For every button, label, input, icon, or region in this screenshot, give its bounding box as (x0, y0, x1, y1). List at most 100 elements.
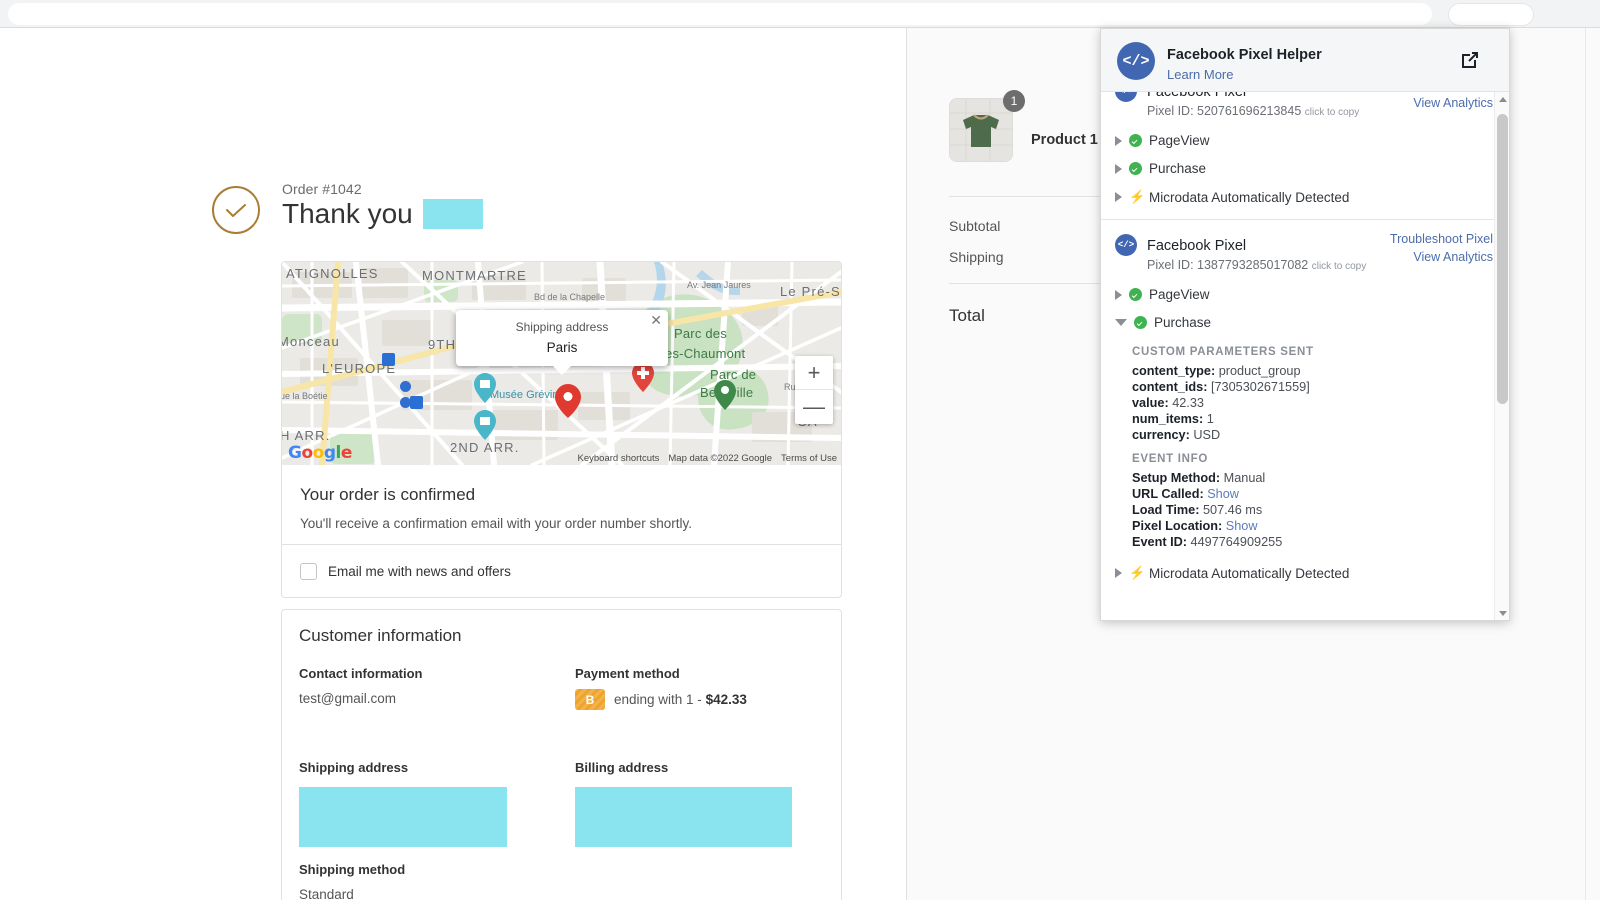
shipping-address-label: Shipping address (299, 760, 409, 775)
pixel-event-row[interactable]: ⚡ Microdata Automatically Detected (1115, 558, 1509, 587)
page-scrollbar[interactable] (1585, 28, 1600, 900)
scrollbar-down-arrow[interactable] (1495, 606, 1509, 620)
redacted-billing-address (575, 787, 792, 847)
pixel-event-row[interactable]: PageView (1115, 126, 1509, 154)
chevron-right-icon[interactable] (1115, 568, 1122, 578)
close-icon[interactable]: ✕ (650, 313, 662, 327)
map-poi-pin-photo[interactable] (474, 410, 496, 440)
map-zoom-out-button[interactable]: — (795, 390, 833, 424)
show-link[interactable]: Show (1222, 519, 1258, 533)
code-brackets-icon: </> (1117, 42, 1155, 80)
scrollbar-thumb[interactable] (1497, 114, 1508, 404)
event-info-row: URL Called: Show (1132, 487, 1239, 501)
contact-information-block: Contact information test@gmail.com (299, 666, 559, 706)
chevron-right-icon[interactable] (1115, 163, 1122, 174)
map-info-window: ✕ Shipping address Paris (456, 310, 668, 375)
browser-chrome: </> 6 (0, 0, 1600, 28)
pixel-id-text: Pixel ID: 1387793285017082 (1147, 258, 1309, 272)
fbph-pixel-list: </>Facebook PixelPixel ID: 5207616962138… (1101, 92, 1509, 595)
payment-method-value: ending with 1 - $42.33 (614, 692, 747, 707)
pixel-event-name: Microdata Automatically Detected (1149, 189, 1350, 205)
pixel-event-name: Microdata Automatically Detected (1149, 565, 1350, 581)
event-info-row: Load Time: 507.46 ms (1132, 503, 1263, 517)
extensions-pill: </> 6 (1448, 3, 1534, 26)
pixel-event-name: PageView (1149, 287, 1210, 302)
facebook-pixel-helper-popup: </> Facebook Pixel Helper Learn More </>… (1100, 28, 1510, 621)
pixel-event-row[interactable]: Purchase (1115, 308, 1509, 336)
shipping-method-label: Shipping method (299, 862, 406, 877)
chevron-down-icon[interactable] (1115, 319, 1127, 326)
map-zoom-controls: + — (795, 356, 833, 424)
pixel-links: Troubleshoot PixelView Analytics (1390, 230, 1493, 266)
shipping-method-value: Standard (299, 887, 354, 900)
pixel-events: PageView Purchase CUSTOM PARAMETERS SENT co… (1101, 280, 1509, 587)
address-bar[interactable] (8, 3, 1432, 25)
order-confirmed-body: Your order is confirmed You'll receive a… (282, 465, 841, 543)
view-analytics-link[interactable]: View Analytics (1390, 94, 1493, 112)
product-quantity-badge: 1 (1003, 90, 1025, 112)
map-credits: Keyboard shortcuts Map data ©2022 Google… (578, 453, 837, 464)
order-confirmed-check-icon (212, 186, 260, 234)
chevron-right-icon[interactable] (1115, 192, 1122, 202)
shipping-map[interactable]: ATIGNOLLES MONTMARTRE Bd de la Chapelle Av.… (282, 262, 841, 465)
subtotal-label: Subtotal (949, 218, 1001, 234)
order-number: Order #1042 (282, 181, 362, 197)
thank-you-row: Thank you (282, 198, 483, 230)
pixel-links: Troubleshoot PixelView Analytics (1390, 92, 1493, 112)
pixel-event-row[interactable]: PageView (1115, 280, 1509, 308)
fbph-scroll-area[interactable]: </>Facebook PixelPixel ID: 5207616962138… (1101, 92, 1509, 620)
total-label: Total (949, 306, 985, 325)
chevron-right-icon[interactable] (1115, 135, 1122, 146)
order-confirmed-subtitle: You'll receive a confirmation email with… (300, 516, 693, 531)
event-info-row: Pixel Location: Show (1132, 519, 1258, 533)
order-confirmed-title: Your order is confirmed (300, 485, 476, 504)
contact-email-value: test@gmail.com (299, 691, 396, 706)
custom-parameter-row: content_ids: [7305302671559] (1132, 380, 1310, 394)
bolt-icon: ⚡ (1129, 565, 1146, 580)
newsletter-optin-row[interactable]: Email me with news and offers (282, 544, 841, 597)
newsletter-checkbox[interactable] (300, 563, 317, 580)
map-poi-pin-museum[interactable] (474, 373, 496, 403)
map-poi-pin-park[interactable] (714, 380, 736, 410)
keyboard-shortcuts-link[interactable]: Keyboard shortcuts (578, 453, 660, 464)
view-analytics-link[interactable]: View Analytics (1390, 248, 1493, 266)
pixel-event-row[interactable]: ⚡ Microdata Automatically Detected (1115, 182, 1509, 211)
event-info-row: Setup Method: Manual (1132, 471, 1266, 485)
chevron-right-icon[interactable] (1115, 289, 1122, 300)
custom-parameter-row: value: 42.33 (1132, 396, 1204, 410)
custom-parameter-row: currency: USD (1132, 428, 1221, 442)
info-window-value: Paris (546, 340, 578, 355)
learn-more-link[interactable]: Learn More (1167, 67, 1233, 82)
fbph-title: Facebook Pixel Helper (1167, 47, 1322, 63)
bolt-icon: ⚡ (1129, 189, 1146, 204)
click-to-copy-hint: click to copy (1311, 261, 1367, 272)
show-link[interactable]: Show (1204, 487, 1239, 501)
billing-address-block: Billing address (575, 760, 835, 852)
external-link-icon[interactable] (1459, 49, 1481, 71)
billing-address-label: Billing address (575, 760, 669, 775)
customer-information-card: Customer information Contact information… (281, 609, 842, 900)
pixel-block: </> Facebook Pixel Pixel ID: 1387793285017… (1101, 219, 1509, 595)
pixel-id-text: Pixel ID: 520761696213845 (1147, 104, 1302, 118)
check-circle-icon (1134, 316, 1147, 329)
pixel-event-details: CUSTOM PARAMETERS SENT content_type: prod… (1101, 346, 1509, 558)
pixel-event-name: Purchase (1149, 161, 1207, 176)
redacted-shipping-address (299, 787, 507, 847)
shipping-address-block: Shipping address (299, 760, 559, 852)
pixel-block: </>Facebook PixelPixel ID: 5207616962138… (1101, 92, 1509, 219)
map-zoom-in-button[interactable]: + (795, 356, 833, 390)
map-shipping-address-marker[interactable] (555, 384, 581, 418)
pixel-event-row[interactable]: Purchase (1115, 154, 1509, 182)
redacted-customer-name (422, 199, 483, 229)
pixel-events: PageView Purchase ⚡ Microdata Automatically… (1101, 126, 1509, 211)
map-transit-icon (382, 353, 395, 366)
custom-parameter-row: num_items: 1 (1132, 412, 1214, 426)
check-circle-icon (1129, 288, 1142, 301)
map-transit-icon-2 (410, 396, 423, 409)
payment-method-row: B ending with 1 - $42.33 (575, 689, 835, 710)
scrollbar-up-arrow[interactable] (1495, 92, 1509, 107)
terms-of-use-link[interactable]: Terms of Use (781, 453, 837, 464)
fbph-scrollbar[interactable] (1494, 92, 1509, 620)
troubleshoot-pixel-link[interactable]: Troubleshoot Pixel (1390, 230, 1493, 248)
map-poi-pin-hospital[interactable] (632, 362, 654, 392)
